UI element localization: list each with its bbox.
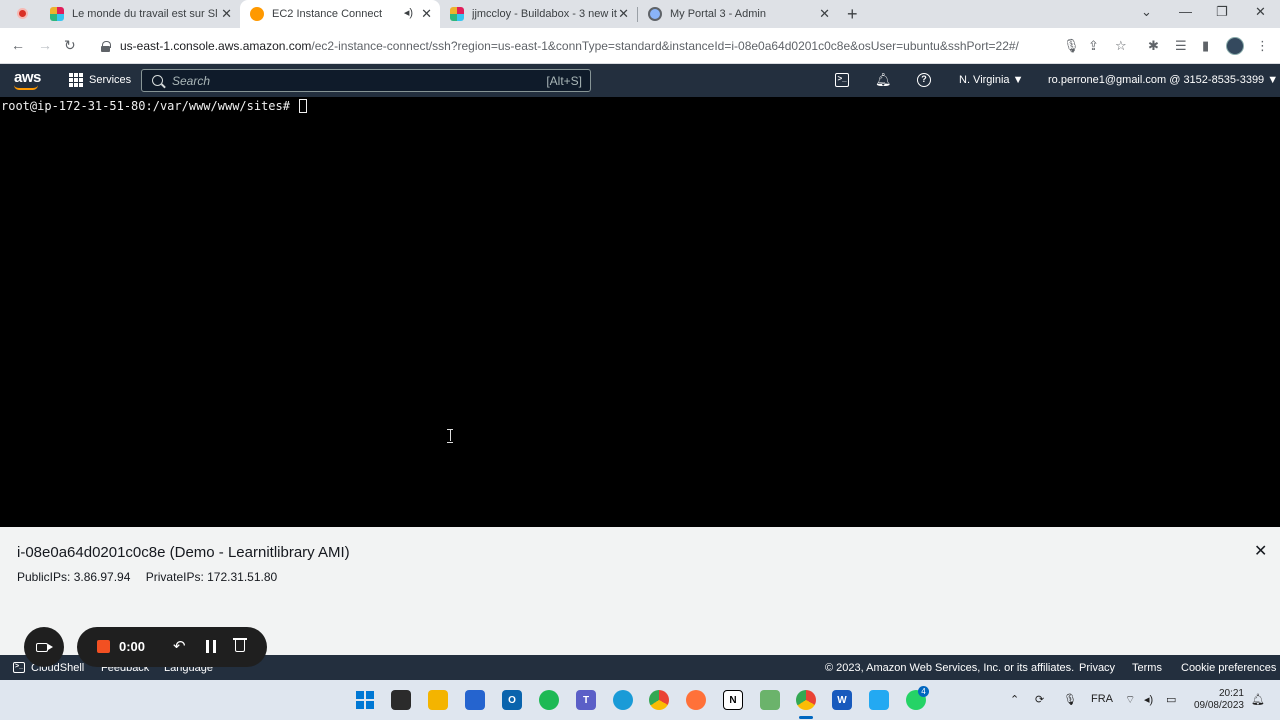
- help-icon[interactable]: ?: [917, 73, 931, 87]
- recorder-camera-button[interactable]: [24, 627, 64, 667]
- notifications-icon[interactable]: 🔔︎: [1251, 693, 1265, 706]
- camera-icon: [36, 642, 53, 652]
- footer-copyright: © 2023, Amazon Web Services, Inc. or its…: [825, 662, 1075, 674]
- screen: Le monde du travail est sur Slack ✕ EC2 …: [0, 0, 1280, 720]
- recording-indicator-icon: [17, 8, 28, 19]
- search-icon: [152, 75, 163, 86]
- battery-icon[interactable]: ▭: [1166, 693, 1176, 706]
- footer-terms[interactable]: Terms: [1132, 662, 1162, 674]
- teams-icon[interactable]: T: [576, 690, 596, 710]
- footer-cookie-preferences[interactable]: Cookie preferences: [1181, 662, 1276, 674]
- close-tab-icon[interactable]: ✕: [819, 7, 830, 21]
- stop-recording-icon[interactable]: [97, 640, 110, 653]
- cloudshell-icon[interactable]: >_: [835, 73, 849, 87]
- store-icon[interactable]: [465, 690, 485, 710]
- task-view-icon[interactable]: [391, 690, 411, 710]
- ssh-terminal[interactable]: root@ip-172-31-51-80:/var/www/www/sites#: [0, 97, 1280, 527]
- cloudshell-footer-icon: >_: [13, 662, 25, 673]
- spotify-icon[interactable]: [539, 690, 559, 710]
- tab-slack[interactable]: Le monde du travail est sur Slack ✕: [40, 0, 240, 28]
- notepad-icon[interactable]: [760, 690, 780, 710]
- instance-title: i-08e0a64d0201c0c8e (Demo - Learnitlibra…: [17, 544, 350, 561]
- tab-buildabox[interactable]: jjmccloy - Buildabox - 3 new item ✕: [440, 0, 637, 28]
- aws-search[interactable]: [Alt+S]: [141, 69, 591, 92]
- word-icon[interactable]: W: [832, 690, 852, 710]
- pause-icon[interactable]: [206, 640, 216, 653]
- windows-taskbar: [0, 680, 1280, 720]
- close-tab-icon[interactable]: ✕: [221, 7, 232, 21]
- new-tab-button[interactable]: +: [847, 4, 858, 25]
- terminal-cursor: [299, 99, 308, 113]
- vscode-icon[interactable]: [869, 690, 889, 710]
- maximize-icon[interactable]: ❐: [1216, 4, 1228, 20]
- system-clock[interactable]: 20:21 09/08/2023: [1192, 688, 1244, 712]
- reading-list-icon[interactable]: ☰: [1175, 38, 1187, 54]
- share-icon[interactable]: ⇪: [1088, 38, 1099, 54]
- edge-icon[interactable]: [613, 690, 633, 710]
- chevron-down-icon[interactable]: ⌄: [1141, 4, 1152, 20]
- notion-icon[interactable]: N: [723, 690, 743, 710]
- aws-smile-icon: [14, 85, 38, 90]
- tab-my-portal[interactable]: My Portal 3 - Admin ✕: [638, 0, 838, 28]
- account-menu[interactable]: ro.perrone1@gmail.com @ 3152-8535-3399 ▼: [1048, 74, 1278, 86]
- browser-tab-strip: Le monde du travail est sur Slack ✕ EC2 …: [0, 0, 1280, 28]
- search-input[interactable]: [172, 73, 532, 88]
- speaker-icon[interactable]: ◂): [404, 6, 413, 19]
- outlook-icon[interactable]: O: [502, 690, 522, 710]
- aws-icon: [250, 7, 264, 21]
- browser-toolbar: ← → ↻ us-east-1.console.aws.amazon.com/e…: [0, 28, 1280, 64]
- trash-icon[interactable]: [233, 638, 247, 652]
- windows-start-icon[interactable]: [355, 690, 375, 710]
- avatar[interactable]: [1226, 37, 1244, 55]
- tray-chevron-up-icon[interactable]: ⌃: [1010, 693, 1019, 706]
- bell-icon[interactable]: 🔔︎: [875, 73, 892, 87]
- public-ips: PublicIPs: 3.86.97.94: [17, 570, 131, 584]
- undo-icon[interactable]: ↶: [173, 637, 186, 655]
- close-tab-icon[interactable]: ✕: [421, 7, 432, 21]
- volume-icon[interactable]: ◂): [1144, 693, 1153, 706]
- lock-icon: [101, 40, 111, 52]
- footer-privacy[interactable]: Privacy: [1079, 662, 1115, 674]
- close-icon[interactable]: ✕: [1254, 541, 1267, 561]
- chrome-icon[interactable]: [649, 690, 669, 710]
- recording-time: 0:00: [119, 639, 146, 654]
- instance-ips: PublicIPs: 3.86.97.94 PrivateIPs: 172.31…: [17, 570, 289, 584]
- services-button[interactable]: Services: [89, 74, 131, 86]
- address-bar[interactable]: us-east-1.console.aws.amazon.com/ec2-ins…: [92, 32, 1052, 60]
- back-icon[interactable]: ←: [11, 37, 25, 53]
- file-explorer-icon[interactable]: [428, 690, 448, 710]
- aws-logo[interactable]: aws: [14, 69, 41, 86]
- reload-icon[interactable]: ↻: [64, 37, 76, 54]
- firefox-icon[interactable]: [686, 690, 706, 710]
- close-tab-icon[interactable]: ✕: [618, 7, 629, 21]
- search-shortcut: [Alt+S]: [546, 73, 582, 88]
- slack-icon: [50, 7, 64, 21]
- globe-icon: [648, 7, 662, 21]
- whatsapp-badge: 4: [918, 686, 929, 697]
- services-grid-icon[interactable]: [69, 73, 83, 87]
- more-menu-icon[interactable]: ⋮: [1256, 38, 1269, 54]
- recorder-controls: 0:00 ↶: [77, 627, 267, 667]
- microphone-icon[interactable]: 🎙: [1063, 38, 1080, 54]
- mouse-ibeam-icon: [447, 429, 453, 443]
- slack-icon: [450, 7, 464, 21]
- close-window-icon[interactable]: ✕: [1255, 4, 1266, 20]
- chrome-active-icon[interactable]: [796, 690, 816, 710]
- extensions-icon[interactable]: ✱: [1148, 38, 1159, 54]
- bookmark-star-icon[interactable]: ☆: [1115, 38, 1127, 54]
- tab-ec2-instance-connect[interactable]: EC2 Instance Connect ◂) ✕: [240, 0, 440, 28]
- active-app-indicator: [799, 716, 813, 719]
- terminal-prompt: root@ip-172-31-51-80:/var/www/www/sites#: [1, 99, 308, 113]
- region-selector[interactable]: N. Virginia ▼: [959, 74, 1024, 86]
- minimize-icon[interactable]: —: [1179, 4, 1192, 19]
- input-language[interactable]: FRA: [1091, 693, 1113, 705]
- private-ips: PrivateIPs: 172.31.51.80: [145, 570, 278, 584]
- forward-icon[interactable]: →: [38, 37, 52, 53]
- microphone-tray-icon[interactable]: 🎙: [1063, 693, 1077, 706]
- sync-icon[interactable]: ⟳: [1035, 693, 1044, 706]
- wifi-icon[interactable]: ⌔: [1125, 693, 1135, 707]
- side-panel-icon[interactable]: ▮: [1202, 38, 1209, 54]
